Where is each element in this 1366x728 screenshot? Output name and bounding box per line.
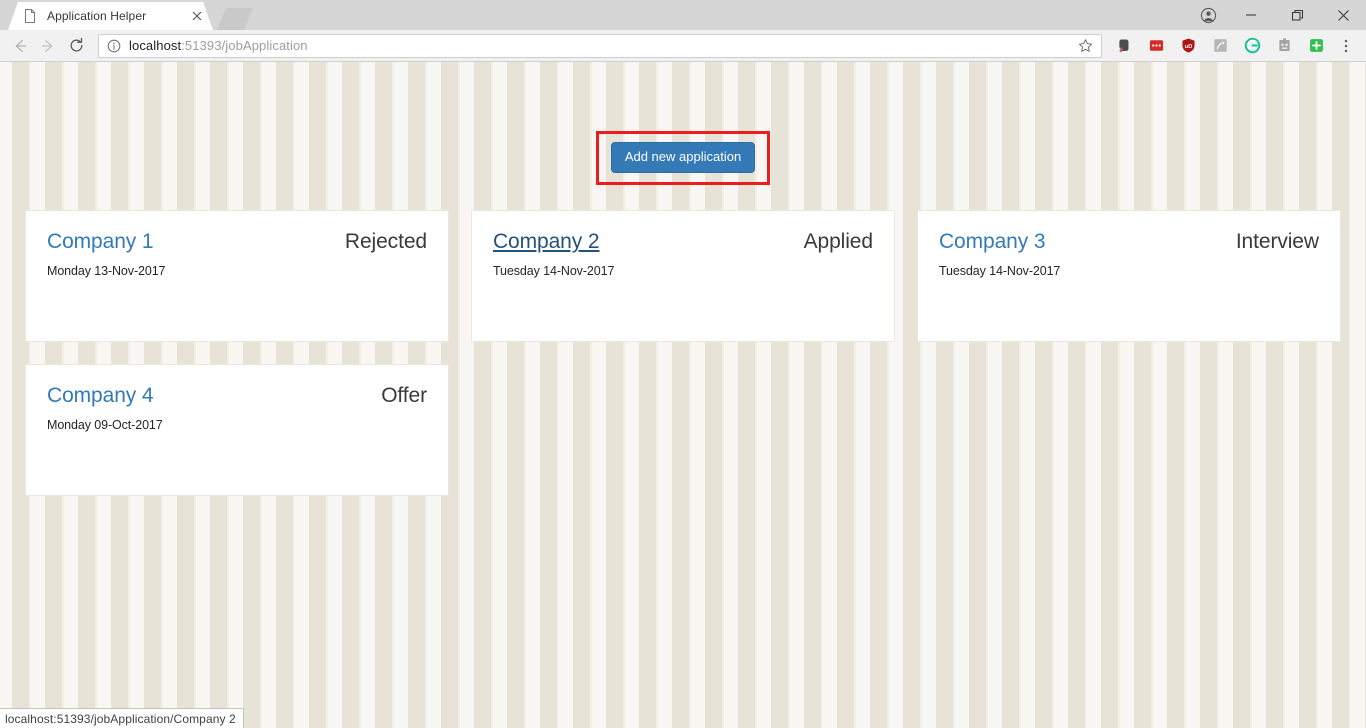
add-new-application-button[interactable]: Add new application [610, 142, 756, 174]
page-viewport: Add new application Company 1 Rejected M… [0, 62, 1366, 728]
forward-arrow-icon[interactable] [34, 32, 62, 60]
company-link[interactable]: Company 4 [47, 384, 154, 408]
back-arrow-icon[interactable] [6, 32, 34, 60]
address-bar[interactable]: localhost:51393/jobApplication [98, 33, 1102, 58]
application-card[interactable]: Company 3 Interview Tuesday 14-Nov-2017 [916, 210, 1341, 343]
honey-extension-icon[interactable] [1268, 32, 1300, 60]
company-link[interactable]: Company 3 [939, 230, 1046, 254]
window-controls [1188, 0, 1366, 30]
application-status: Rejected [344, 230, 427, 254]
window-close-icon[interactable] [1320, 0, 1366, 30]
grayscale-extension-icon[interactable] [1204, 32, 1236, 60]
application-date: Monday 13-Nov-2017 [47, 264, 166, 279]
page-content: Add new application Company 1 Rejected M… [0, 62, 1366, 728]
url-text: localhost:51393/jobApplication [129, 38, 1071, 53]
add-application-area: Add new application [0, 62, 1366, 186]
lastpass-extension-icon[interactable] [1140, 32, 1172, 60]
profile-avatar-icon[interactable] [1188, 0, 1228, 30]
tab-strip: Application Helper [0, 0, 1366, 30]
card-column: Company 2 Applied Tuesday 14-Nov-2017 [460, 210, 906, 343]
application-status: Offer [381, 384, 427, 408]
browser-toolbar: localhost:51393/jobApplication uD [0, 30, 1366, 62]
page-info-icon[interactable] [107, 39, 121, 53]
maximize-restore-icon[interactable] [1274, 0, 1320, 30]
application-date: Monday 09-Oct-2017 [47, 418, 163, 433]
card-column: Company 4 Offer Monday 09-Oct-2017 [14, 364, 460, 497]
card-header: Company 3 Interview [939, 230, 1319, 254]
browser-window: Application Helper localhost:51393/jobAp… [0, 0, 1366, 728]
reload-icon[interactable] [62, 32, 90, 60]
url-path: :51393/jobApplication [181, 38, 308, 53]
tab-title: Application Helper [47, 9, 147, 23]
close-icon[interactable] [189, 8, 205, 24]
svg-text:uD: uD [1184, 44, 1192, 50]
company-link[interactable]: Company 1 [47, 230, 154, 254]
tab-application-helper[interactable]: Application Helper [8, 2, 213, 30]
company-link[interactable]: Company 2 [493, 230, 600, 254]
card-header: Company 4 Offer [47, 384, 427, 408]
application-status: Applied [803, 230, 873, 254]
grammarly-extension-icon[interactable] [1236, 32, 1268, 60]
application-card[interactable]: Company 4 Offer Monday 09-Oct-2017 [25, 364, 449, 497]
extension-icons: uD [1108, 32, 1360, 60]
page-icon [22, 8, 38, 24]
application-card-grid: Company 1 Rejected Monday 13-Nov-2017 Co… [0, 210, 1366, 518]
card-column: Company 1 Rejected Monday 13-Nov-2017 [14, 210, 460, 343]
chrome-menu-icon[interactable] [1332, 32, 1360, 60]
new-tab-button[interactable] [217, 8, 253, 30]
ublock-origin-extension-icon[interactable]: uD [1172, 32, 1204, 60]
highlight-box: Add new application [595, 131, 771, 186]
application-date: Tuesday 14-Nov-2017 [492, 264, 615, 279]
card-column: Company 3 Interview Tuesday 14-Nov-2017 [906, 210, 1352, 343]
add-extension-icon[interactable] [1300, 32, 1332, 60]
application-status: Interview [1235, 230, 1319, 254]
evernote-extension-icon[interactable] [1108, 32, 1140, 60]
application-card[interactable]: Company 2 Applied Tuesday 14-Nov-2017 [470, 210, 895, 343]
card-header: Company 2 Applied [493, 230, 873, 254]
card-header: Company 1 Rejected [47, 230, 427, 254]
application-card[interactable]: Company 1 Rejected Monday 13-Nov-2017 [25, 210, 449, 343]
minimize-icon[interactable] [1228, 0, 1274, 30]
star-icon[interactable] [1075, 36, 1095, 56]
link-status-bar: localhost:51393/jobApplication/Company 2 [0, 708, 244, 728]
application-date: Tuesday 14-Nov-2017 [938, 264, 1061, 279]
url-host: localhost [129, 38, 182, 53]
